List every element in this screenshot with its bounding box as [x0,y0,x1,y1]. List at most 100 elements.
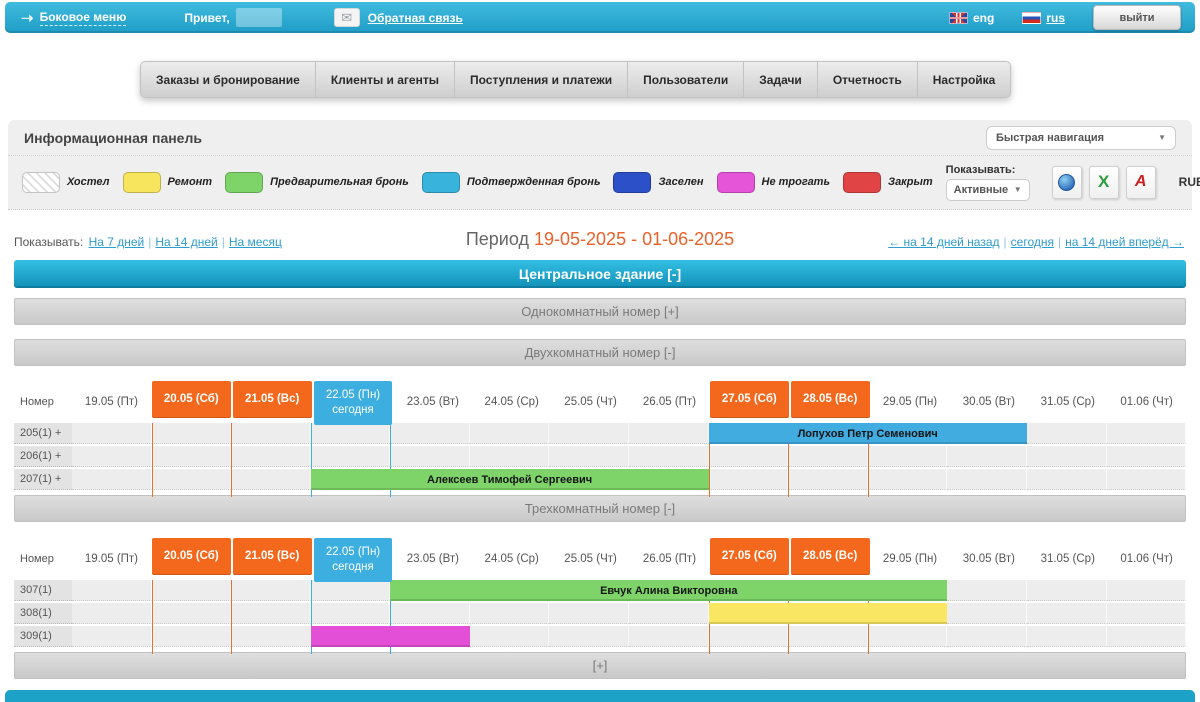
day-cell[interactable] [709,469,789,490]
day-cell[interactable] [549,423,629,444]
day-cell[interactable] [470,626,550,647]
tab-orders-booking[interactable]: Заказы и бронирование [140,61,316,98]
day-cell[interactable] [1027,423,1107,444]
day-cell[interactable] [390,423,470,444]
room-label[interactable]: 308(1) [14,603,72,624]
booking-bar-preliminary[interactable]: Евчук Алина Викторовна [390,580,947,601]
room-label[interactable]: 207(1) + [14,469,72,490]
day-cell[interactable] [231,469,311,490]
day-cell[interactable] [311,446,391,467]
day-cell[interactable] [1107,626,1187,647]
excel-export-icon[interactable]: X [1089,166,1119,199]
day-cell[interactable] [152,626,232,647]
lang-eng[interactable]: eng [949,11,994,25]
booking-bar-do-not-touch[interactable] [311,626,470,647]
day-cell[interactable] [311,580,391,601]
day-cell[interactable] [1027,469,1107,490]
day-cell[interactable] [947,469,1027,490]
day-cell[interactable] [231,423,311,444]
day-cell[interactable] [152,423,232,444]
range-link-1[interactable]: На 14 дней [155,235,217,249]
day-cell[interactable] [152,603,232,624]
tab-settings[interactable]: Настройка [918,61,1012,98]
day-cell[interactable] [709,626,789,647]
active-filter-select[interactable]: Активные ▼ [946,179,1030,201]
day-cell[interactable] [470,603,550,624]
day-cell[interactable] [1027,626,1107,647]
lang-rus[interactable]: rus [1022,11,1065,25]
day-cell[interactable] [629,446,709,467]
tab-reports[interactable]: Отчетность [818,61,918,98]
room-label[interactable]: 309(1) [14,626,72,647]
day-cell[interactable] [947,626,1027,647]
day-cell[interactable] [868,469,948,490]
feedback-link[interactable]: Обратная связь [368,11,463,25]
day-cell[interactable] [947,580,1027,601]
envelope-icon[interactable]: ✉ [334,8,360,27]
day-cell[interactable] [152,446,232,467]
tab-tasks[interactable]: Задачи [744,61,818,98]
logout-button[interactable]: выйти [1093,5,1181,30]
room-label[interactable]: 206(1) + [14,446,72,467]
tab-clients-agents[interactable]: Клиенты и агенты [316,61,455,98]
day-cell[interactable] [72,626,152,647]
room-label[interactable]: 307(1) [14,580,72,601]
day-cell[interactable] [788,469,868,490]
day-cell[interactable] [868,626,948,647]
day-cell[interactable] [231,580,311,601]
booking-bar-confirmed[interactable]: Лопухов Петр Семенович [709,423,1027,444]
quick-nav-select[interactable]: Быстрая навигация ▼ [986,126,1176,150]
back-14-days-link[interactable]: ← на 14 дней назад [888,235,999,249]
day-cell[interactable] [152,580,232,601]
booking-bar-preliminary[interactable]: Алексеев Тимофей Сергеевич [311,469,709,490]
day-cell[interactable] [709,446,789,467]
day-cell[interactable] [549,626,629,647]
day-cell[interactable] [470,423,550,444]
day-cell[interactable] [1107,469,1187,490]
day-cell[interactable] [1107,446,1187,467]
room-label[interactable]: 205(1) + [14,423,72,444]
today-link[interactable]: сегодня [1011,235,1054,249]
pdf-export-icon[interactable]: A [1126,166,1156,199]
day-cell[interactable] [72,469,152,490]
day-cell[interactable] [390,446,470,467]
range-link-2[interactable]: На месяц [229,235,282,249]
day-cell[interactable] [231,446,311,467]
day-cell[interactable] [1107,580,1187,601]
day-cell[interactable] [72,446,152,467]
tab-users[interactable]: Пользователи [628,61,744,98]
day-cell[interactable] [947,446,1027,467]
day-cell[interactable] [629,603,709,624]
forward-14-days-link[interactable]: на 14 дней вперёд → [1065,235,1184,249]
day-cell[interactable] [788,446,868,467]
section-two-room[interactable]: Двухкомнатный номер [-] [14,339,1186,366]
section-one-room[interactable]: Однокомнатный номер [+] [14,298,1186,325]
day-cell[interactable] [390,603,470,624]
day-cell[interactable] [1027,603,1107,624]
day-cell[interactable] [1027,580,1107,601]
day-cell[interactable] [311,423,391,444]
day-cell[interactable] [72,603,152,624]
day-cell[interactable] [549,446,629,467]
day-cell[interactable] [1107,423,1187,444]
section-more[interactable]: [+] [14,652,1186,679]
day-cell[interactable] [629,423,709,444]
day-cell[interactable] [1107,603,1187,624]
day-cell[interactable] [1027,446,1107,467]
day-cell[interactable] [868,446,948,467]
day-cell[interactable] [788,626,868,647]
day-cell[interactable] [231,626,311,647]
day-cell[interactable] [72,580,152,601]
day-cell[interactable] [947,603,1027,624]
booking-bar-repair[interactable] [709,603,948,624]
tab-receipts-payments[interactable]: Поступления и платежи [455,61,628,98]
html-export-icon[interactable] [1052,166,1082,199]
day-cell[interactable] [549,603,629,624]
day-cell[interactable] [470,446,550,467]
building-header[interactable]: Центральное здание [-] [14,260,1186,288]
section-three-room[interactable]: Трехкомнатный номер [-] [14,495,1186,522]
day-cell[interactable] [311,603,391,624]
day-cell[interactable] [152,469,232,490]
range-link-0[interactable]: На 7 дней [89,235,145,249]
day-cell[interactable] [231,603,311,624]
